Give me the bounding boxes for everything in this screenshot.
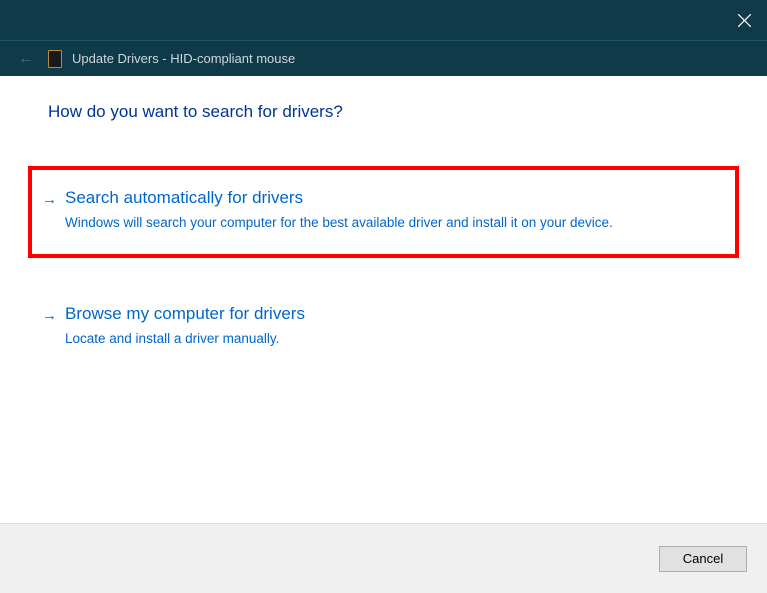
arrow-right-icon: → (42, 307, 57, 348)
option-text: Search automatically for drivers Windows… (65, 188, 613, 232)
device-icon (48, 50, 62, 68)
option-title: Search automatically for drivers (65, 188, 613, 208)
arrow-right-icon: → (42, 191, 57, 232)
content-area: How do you want to search for drivers? →… (0, 76, 767, 523)
titlebar (0, 0, 767, 40)
option-description: Locate and install a driver manually. (65, 330, 305, 348)
option-search-automatically[interactable]: → Search automatically for drivers Windo… (28, 166, 739, 258)
dialog-footer: Cancel (0, 523, 767, 593)
dialog-header: ← Update Drivers - HID-compliant mouse (0, 40, 767, 76)
page-heading: How do you want to search for drivers? (0, 76, 767, 122)
cancel-button[interactable]: Cancel (659, 546, 747, 572)
dialog-title: Update Drivers - HID-compliant mouse (72, 51, 295, 66)
close-icon (738, 14, 751, 27)
option-description: Windows will search your computer for th… (65, 214, 613, 232)
option-browse-computer[interactable]: → Browse my computer for drivers Locate … (28, 282, 739, 374)
option-title: Browse my computer for drivers (65, 304, 305, 324)
option-text: Browse my computer for drivers Locate an… (65, 304, 305, 348)
options-list: → Search automatically for drivers Windo… (0, 166, 767, 374)
close-button[interactable] (721, 0, 767, 40)
back-arrow-icon: ← (18, 50, 34, 68)
